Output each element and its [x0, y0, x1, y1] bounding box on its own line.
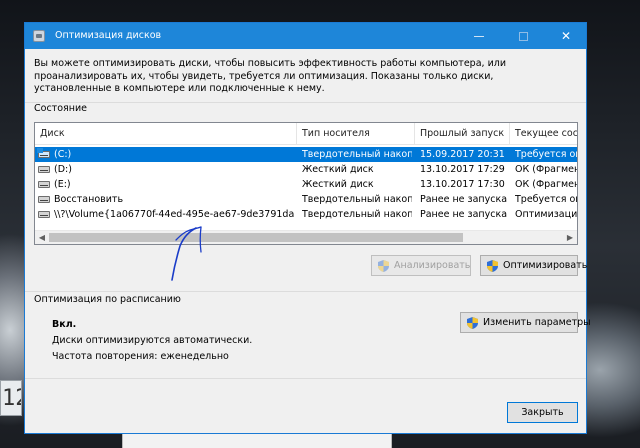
- drive-name: \\?\Volume{1a06770f-44ed-495e-ae67-9de37…: [54, 209, 294, 220]
- close-icon: ✕: [560, 29, 572, 43]
- divider: [25, 102, 586, 103]
- current-status: Оптимизация: [515, 209, 577, 220]
- drive-icon: [38, 211, 50, 218]
- drives-list[interactable]: Диск Тип носителя Прошлый запуск Текущее…: [34, 122, 578, 245]
- drive-name: (E:): [54, 179, 71, 190]
- minimize-icon: [474, 35, 484, 37]
- media-type: Твердотельный накоп...: [302, 149, 412, 160]
- dialog-footer: Закрыть: [25, 378, 586, 433]
- column-media-type[interactable]: Тип носителя: [297, 123, 415, 145]
- uac-shield-icon: [467, 317, 478, 329]
- column-status[interactable]: Текущее сост: [510, 123, 577, 145]
- last-run: Ранее не запуска...: [420, 194, 508, 205]
- scroll-right-icon[interactable]: ▶: [563, 231, 577, 244]
- drive-icon: [38, 166, 50, 173]
- maximize-icon: [518, 31, 528, 41]
- last-run: 13.10.2017 17:30: [420, 179, 505, 190]
- column-disk[interactable]: Диск: [35, 123, 297, 145]
- intro-text: Вы можете оптимизировать диски, чтобы по…: [34, 58, 506, 94]
- uac-shield-icon: [487, 260, 498, 272]
- last-run: 13.10.2017 17:29: [420, 164, 505, 175]
- drive-icon: [38, 196, 50, 203]
- drive-name: (C:): [54, 149, 72, 160]
- drive-row-d[interactable]: (D:) Жесткий диск 13.10.2017 17:29 ОК (Ф…: [35, 162, 577, 177]
- close-window-button[interactable]: ✕: [544, 23, 588, 49]
- last-run: 15.09.2017 20:31: [420, 149, 505, 160]
- schedule-frequency: Частота повторения: еженедельно: [52, 351, 229, 362]
- optimize-drives-window: Оптимизация дисков ✕ Вы можете оптимизир…: [24, 22, 591, 434]
- close-button[interactable]: Закрыть: [507, 402, 578, 423]
- optimize-button[interactable]: Оптимизировать: [480, 255, 587, 276]
- optimize-button-label: Оптимизировать: [503, 260, 588, 271]
- close-button-label: Закрыть: [521, 407, 564, 418]
- media-type: Твердотельный накоп...: [302, 194, 412, 205]
- drives-list-header: Диск Тип носителя Прошлый запуск Текущее…: [35, 123, 577, 145]
- maximize-button[interactable]: [501, 23, 545, 49]
- analyze-button-label: Анализировать: [394, 260, 471, 271]
- schedule-section-label: Оптимизация по расписанию: [34, 294, 181, 305]
- media-type: Твердотельный накоп...: [302, 209, 412, 220]
- scroll-left-icon[interactable]: ◀: [35, 231, 49, 244]
- drive-name: Восстановить: [54, 194, 124, 205]
- schedule-auto-text: Диски оптимизируются автоматически.: [52, 335, 253, 346]
- change-settings-button[interactable]: Изменить параметры: [460, 312, 591, 333]
- analyze-button[interactable]: Анализировать: [371, 255, 471, 276]
- drive-name: (D:): [54, 164, 72, 175]
- current-status: ОК (Фрагмен: [515, 164, 577, 175]
- current-status: Требуется оп: [515, 194, 577, 205]
- drive-row-recovery[interactable]: Восстановить Твердотельный накоп... Ране…: [35, 192, 577, 207]
- window-title: Оптимизация дисков: [55, 30, 162, 41]
- current-status: Требуется оп: [515, 149, 577, 160]
- drive-row-volume[interactable]: \\?\Volume{1a06770f-44ed-495e-ae67-9de37…: [35, 207, 577, 222]
- windows-drive-icon: [37, 148, 50, 158]
- media-type: Жесткий диск: [302, 164, 374, 175]
- divider: [25, 291, 586, 292]
- scrollbar-thumb[interactable]: [49, 233, 463, 242]
- drive-row-e[interactable]: (E:) Жесткий диск 13.10.2017 17:30 ОК (Ф…: [35, 177, 577, 192]
- minimize-button[interactable]: [457, 23, 501, 49]
- status-section-label: Состояние: [34, 103, 87, 114]
- drive-row-c[interactable]: (C:) Твердотельный накоп... 15.09.2017 2…: [35, 147, 577, 162]
- title-bar[interactable]: Оптимизация дисков ✕: [25, 23, 586, 49]
- media-type: Жесткий диск: [302, 179, 374, 190]
- uac-shield-icon: [378, 260, 389, 272]
- change-settings-label: Изменить параметры: [483, 317, 591, 328]
- schedule-state: Вкл.: [52, 319, 77, 330]
- drive-icon: [38, 181, 50, 188]
- defrag-app-icon: [33, 30, 45, 42]
- license-plate: 125: [0, 380, 22, 416]
- current-status: ОК (Фрагмен: [515, 179, 577, 190]
- horizontal-scrollbar[interactable]: ◀ ▶: [35, 230, 577, 244]
- column-last-run[interactable]: Прошлый запуск: [415, 123, 510, 145]
- last-run: Ранее не запуска...: [420, 209, 508, 220]
